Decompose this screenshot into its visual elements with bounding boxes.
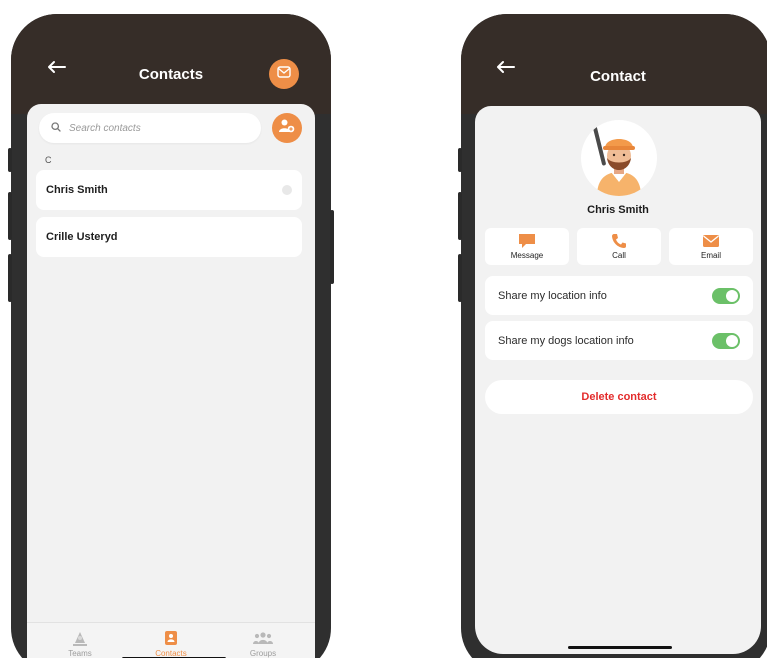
phone-icon <box>577 231 661 251</box>
call-label: Call <box>612 251 626 260</box>
header-bar: Contacts <box>11 14 331 114</box>
search-bar[interactable] <box>39 113 261 143</box>
contacts-icon <box>136 629 206 647</box>
contacts-screen: C Chris Smith Crille Usteryd Teams Conta… <box>27 104 315 658</box>
tab-contacts[interactable]: Contacts <box>136 629 206 658</box>
message-icon <box>485 231 569 251</box>
page-title: Contact <box>590 68 646 85</box>
tab-label: Groups <box>249 649 277 658</box>
phone-contact-detail: Contact Chris Smith Message Call Email S… <box>458 14 767 658</box>
teams-icon <box>45 629 115 647</box>
mail-icon <box>277 65 291 83</box>
message-button[interactable]: Message <box>485 228 569 265</box>
contact-row[interactable]: Crille Usteryd <box>36 217 302 257</box>
tab-teams[interactable]: Teams <box>45 629 115 658</box>
search-input[interactable] <box>69 122 229 134</box>
message-label: Message <box>510 251 544 260</box>
contact-row[interactable]: Chris Smith <box>36 170 302 210</box>
email-label: Email <box>700 251 721 260</box>
email-button[interactable]: Email <box>669 228 753 265</box>
call-button[interactable]: Call <box>577 228 661 265</box>
contact-detail-screen: Chris Smith Message Call Email Share my … <box>475 106 761 654</box>
setting-label: Share my dogs location info <box>498 334 634 347</box>
avatar <box>581 120 657 196</box>
add-contact-button[interactable] <box>272 113 302 143</box>
home-indicator <box>568 646 672 649</box>
tab-groups[interactable]: Groups <box>228 629 298 658</box>
section-header: C <box>45 155 52 165</box>
mail-icon <box>669 231 753 251</box>
search-icon <box>51 119 69 137</box>
status-dot <box>282 185 292 195</box>
share-dogs-location-row: Share my dogs location info <box>485 321 753 360</box>
contact-name: Crille Usteryd <box>46 231 118 243</box>
contact-name: Chris Smith <box>46 184 108 196</box>
share-location-toggle[interactable] <box>712 288 740 304</box>
share-dogs-location-toggle[interactable] <box>712 333 740 349</box>
contact-name: Chris Smith <box>587 204 649 216</box>
bottom-tab-bar: Teams Contacts Groups <box>27 622 315 658</box>
setting-label: Share my location info <box>498 289 607 302</box>
tab-label: Teams <box>68 649 92 658</box>
header-bar: Contact <box>461 14 767 114</box>
hunter-avatar-illustration <box>592 122 641 196</box>
share-location-row: Share my location info <box>485 276 753 315</box>
groups-icon <box>228 629 298 647</box>
delete-contact-button[interactable]: Delete contact <box>485 380 753 414</box>
compose-mail-button[interactable] <box>269 59 299 89</box>
phone-contacts-list: Contacts C Chris Smith Crille Usteryd <box>8 14 334 658</box>
add-user-icon <box>279 119 295 138</box>
